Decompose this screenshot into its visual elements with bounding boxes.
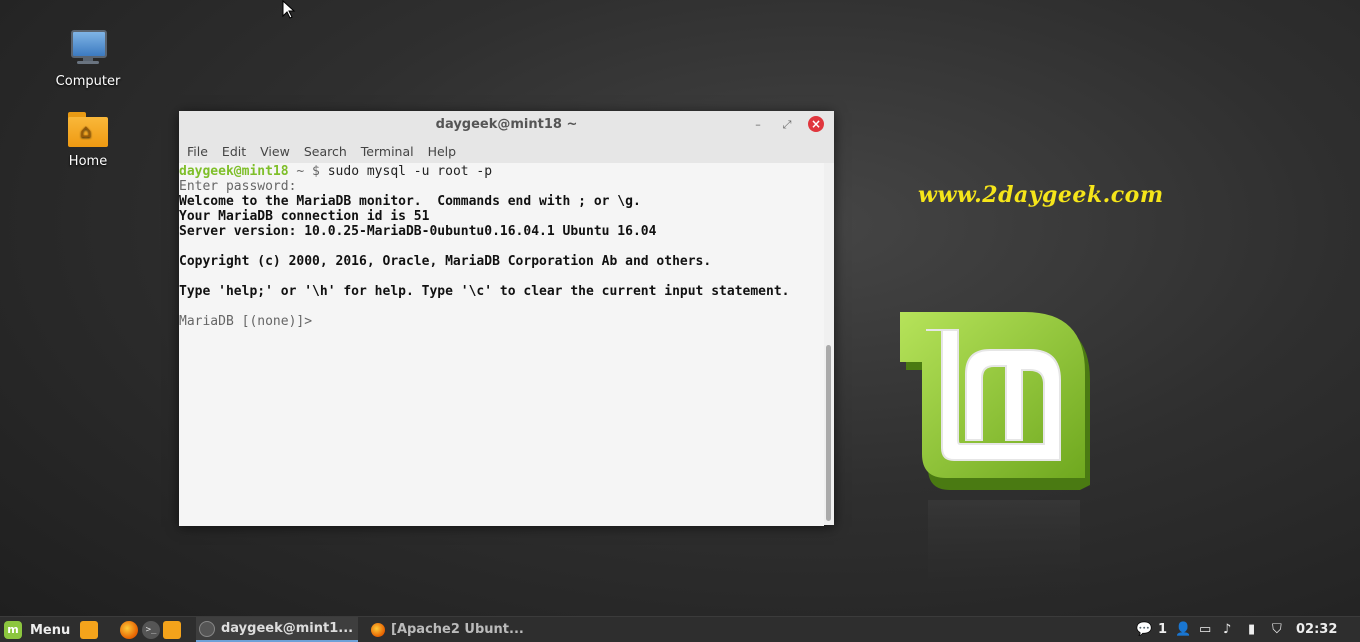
prompt-command: sudo mysql -u root -p — [327, 164, 493, 179]
mint-menu-icon: m — [4, 621, 22, 639]
close-button[interactable]: × — [808, 116, 824, 132]
linux-mint-logo — [900, 312, 1090, 600]
notification-count: 1 — [1158, 622, 1168, 637]
menu-file[interactable]: File — [187, 144, 208, 159]
terminal-launcher-icon[interactable]: >_ — [142, 621, 160, 639]
home-folder-icon: ⌂ — [66, 108, 110, 148]
desktop-icon-label: Home — [68, 154, 108, 169]
clock[interactable]: 02:32 — [1296, 621, 1337, 639]
mariadb-prompt: MariaDB [(none)]> — [179, 314, 313, 329]
task-label: daygeek@mint1... — [221, 621, 354, 636]
terminal-line: Copyright (c) 2000, 2016, Oracle, MariaD… — [179, 254, 712, 269]
firefox-icon — [371, 622, 385, 637]
menu-view[interactable]: View — [260, 144, 290, 159]
terminal-line: Your MariaDB connection id is 51 — [179, 209, 430, 224]
terminal-line: Server version: 10.0.25-MariaDB-0ubuntu0… — [179, 224, 657, 239]
window-title: daygeek@mint18 ~ — [435, 117, 578, 132]
prompt-user: daygeek@mint18 — [179, 164, 289, 179]
sound-icon[interactable]: ♪ — [1223, 621, 1231, 639]
desktop-icon-home[interactable]: ⌂ Home — [38, 108, 138, 169]
desktop-icon-computer[interactable]: Computer — [38, 28, 138, 89]
terminal-menubar: File Edit View Search Terminal Help — [179, 139, 834, 163]
computer-icon — [66, 28, 110, 68]
menu-search[interactable]: Search — [304, 144, 347, 159]
terminal-icon — [199, 620, 215, 637]
taskbar: m Menu >_ daygeek@mint1... [Apache2 Ubun… — [0, 616, 1360, 642]
terminal-line: Type 'help;' or '\h' for help. Type '\c'… — [179, 284, 790, 299]
terminal-line: Enter password: — [179, 179, 297, 194]
firefox-launcher-icon[interactable] — [120, 621, 138, 639]
prompt-separator: ~ $ — [288, 164, 328, 179]
terminal-output[interactable]: daygeek@mint18 ~ $ sudo mysql -u root -p… — [179, 163, 824, 526]
watermark-text: www.2daygeek.com — [918, 182, 1164, 208]
window-titlebar[interactable]: daygeek@mint18 ~ – ⤢ × — [179, 111, 834, 139]
mouse-cursor-icon — [282, 0, 296, 19]
menu-terminal[interactable]: Terminal — [361, 144, 414, 159]
start-menu-button[interactable]: m Menu — [4, 620, 70, 640]
user-icon[interactable]: 👤 — [1175, 621, 1191, 639]
taskbar-task-firefox[interactable]: [Apache2 Ubunt... — [368, 617, 528, 642]
shield-icon[interactable]: ⛉ — [1272, 621, 1282, 639]
show-desktop-icon[interactable] — [80, 621, 98, 639]
scrollbar-thumb[interactable] — [826, 345, 831, 521]
battery-icon[interactable]: ▮ — [1248, 621, 1255, 639]
chat-icon[interactable]: 💬 — [1136, 621, 1152, 639]
menu-label: Menu — [30, 622, 71, 638]
terminal-window[interactable]: daygeek@mint18 ~ – ⤢ × File Edit View Se… — [179, 111, 834, 526]
files-launcher-icon[interactable] — [163, 621, 181, 639]
terminal-scrollbar[interactable] — [824, 163, 834, 525]
menu-help[interactable]: Help — [428, 144, 457, 159]
minimize-button[interactable]: – — [749, 116, 767, 134]
task-label: [Apache2 Ubunt... — [391, 622, 524, 637]
terminal-line: Welcome to the MariaDB monitor. Commands… — [179, 194, 641, 209]
terminal-prompt-line: daygeek@mint18 ~ $ sudo mysql -u root -p — [179, 164, 824, 179]
taskbar-task-terminal[interactable]: daygeek@mint1... — [196, 617, 358, 642]
display-icon[interactable]: ▭ — [1199, 621, 1211, 639]
desktop-icon-label: Computer — [55, 74, 121, 89]
menu-edit[interactable]: Edit — [222, 144, 246, 159]
maximize-button[interactable]: ⤢ — [778, 116, 796, 134]
